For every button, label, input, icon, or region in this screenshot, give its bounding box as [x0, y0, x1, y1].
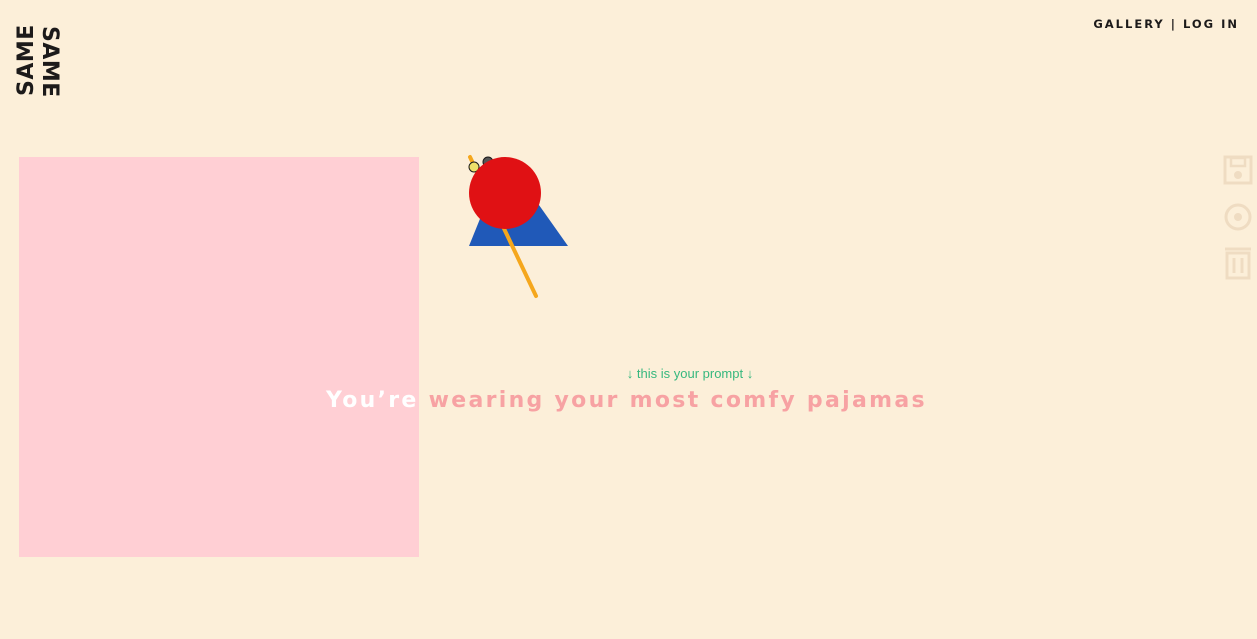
- prompt-first-word: You’re: [326, 388, 419, 413]
- nav-separator: |: [1170, 17, 1177, 31]
- circle-tool-icon: [1224, 203, 1252, 231]
- example-drawing: [460, 150, 590, 310]
- login-link[interactable]: LOG IN: [1183, 17, 1239, 31]
- trash-button[interactable]: [1220, 246, 1256, 282]
- down-arrow-icon: ↓: [626, 366, 634, 381]
- logo-word-rotated-up: SAME: [14, 24, 39, 96]
- prompt-text: You’re wearing your most comfy pajamas: [326, 388, 927, 413]
- top-nav: GALLERY | LOG IN: [1093, 17, 1239, 31]
- save-icon: [1223, 155, 1253, 185]
- down-arrow-icon: ↓: [746, 366, 754, 381]
- trash-icon: [1225, 247, 1251, 280]
- circle-tool-button[interactable]: [1220, 200, 1256, 236]
- prompt-hint-text: this is your prompt: [636, 366, 744, 381]
- prompt-rest: wearing your most comfy pajamas: [428, 388, 927, 413]
- save-button[interactable]: [1220, 152, 1256, 188]
- logo[interactable]: SAME SAME: [14, 24, 62, 98]
- logo-word-rotated-down: SAME: [37, 26, 62, 98]
- red-circle-shape: [469, 157, 541, 229]
- prompt-hint: ↓ this is your prompt ↓: [0, 366, 1257, 381]
- drawing-canvas[interactable]: [19, 157, 419, 557]
- gallery-link[interactable]: GALLERY: [1093, 17, 1164, 31]
